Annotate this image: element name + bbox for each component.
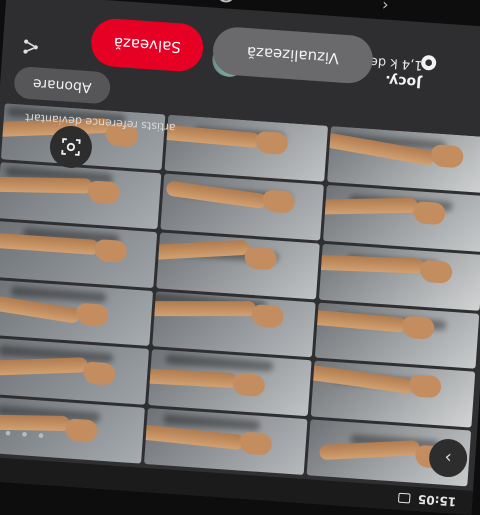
arm-shape xyxy=(151,301,257,317)
reference-photo-tile[interactable] xyxy=(0,161,162,229)
creator-name: Jocy. xyxy=(384,71,422,91)
reference-photo-tile[interactable] xyxy=(0,220,157,288)
reference-photo-tile[interactable] xyxy=(151,290,317,358)
brand-logo-icon[interactable] xyxy=(418,52,439,73)
hand-shape xyxy=(262,189,296,214)
reference-photo-tile[interactable] xyxy=(0,279,153,347)
hand-shape xyxy=(239,431,273,456)
reference-photo-tile[interactable] xyxy=(143,408,308,476)
hand-shape xyxy=(64,418,98,443)
reference-photo-tile[interactable] xyxy=(323,184,480,252)
reference-photo-tile[interactable] xyxy=(311,360,476,428)
reference-photo-tile[interactable] xyxy=(155,232,321,299)
hand-shape xyxy=(255,130,289,155)
arm-shape xyxy=(323,197,418,215)
hand-shape xyxy=(412,200,446,225)
arm-shape xyxy=(0,357,88,376)
arm-shape xyxy=(315,307,407,334)
share-icon[interactable] xyxy=(20,36,41,57)
hand-shape xyxy=(86,179,121,205)
save-button[interactable]: Salvează xyxy=(89,17,205,73)
hand-shape xyxy=(401,315,435,341)
arm-shadow xyxy=(165,354,274,372)
phone-screen: 15:05 › • • • artists reference devianta… xyxy=(0,0,480,515)
hand-shape xyxy=(430,144,464,169)
reference-photo-tile[interactable] xyxy=(164,114,329,182)
reference-photo-tile[interactable] xyxy=(319,243,480,311)
arm-shape xyxy=(311,364,414,395)
arm-shape xyxy=(319,439,420,461)
lens-scan-icon xyxy=(61,138,81,156)
hand-shape xyxy=(93,238,128,263)
reference-photo-tile[interactable] xyxy=(160,173,325,241)
hand-shape xyxy=(408,374,442,399)
hand-shape xyxy=(244,245,278,271)
hand-shape xyxy=(251,304,285,329)
hand-shape xyxy=(75,303,109,328)
reference-photo-tile[interactable] xyxy=(315,302,480,370)
arm-shape xyxy=(165,179,268,209)
reference-photo-tile[interactable] xyxy=(147,349,312,417)
hand-shape xyxy=(82,361,116,386)
notification-icon xyxy=(397,492,411,504)
more-dots-icon[interactable]: • • • xyxy=(2,423,47,445)
arm-shape xyxy=(319,253,425,274)
reference-photo-tile[interactable] xyxy=(327,126,480,194)
arm-shape xyxy=(147,367,238,389)
back-icon[interactable]: ‹ xyxy=(381,0,389,16)
status-time: 15:05 xyxy=(417,492,457,509)
follow-button[interactable]: Abonare xyxy=(13,65,112,105)
reference-photo-tile[interactable] xyxy=(0,338,149,405)
hand-shape xyxy=(232,373,266,398)
chevron-right-icon: › xyxy=(443,447,453,469)
hand-shape xyxy=(419,259,453,284)
screen: 15:05 › • • • artists reference devianta… xyxy=(0,0,480,515)
home-icon[interactable] xyxy=(216,0,236,4)
arm-shape xyxy=(0,176,93,194)
